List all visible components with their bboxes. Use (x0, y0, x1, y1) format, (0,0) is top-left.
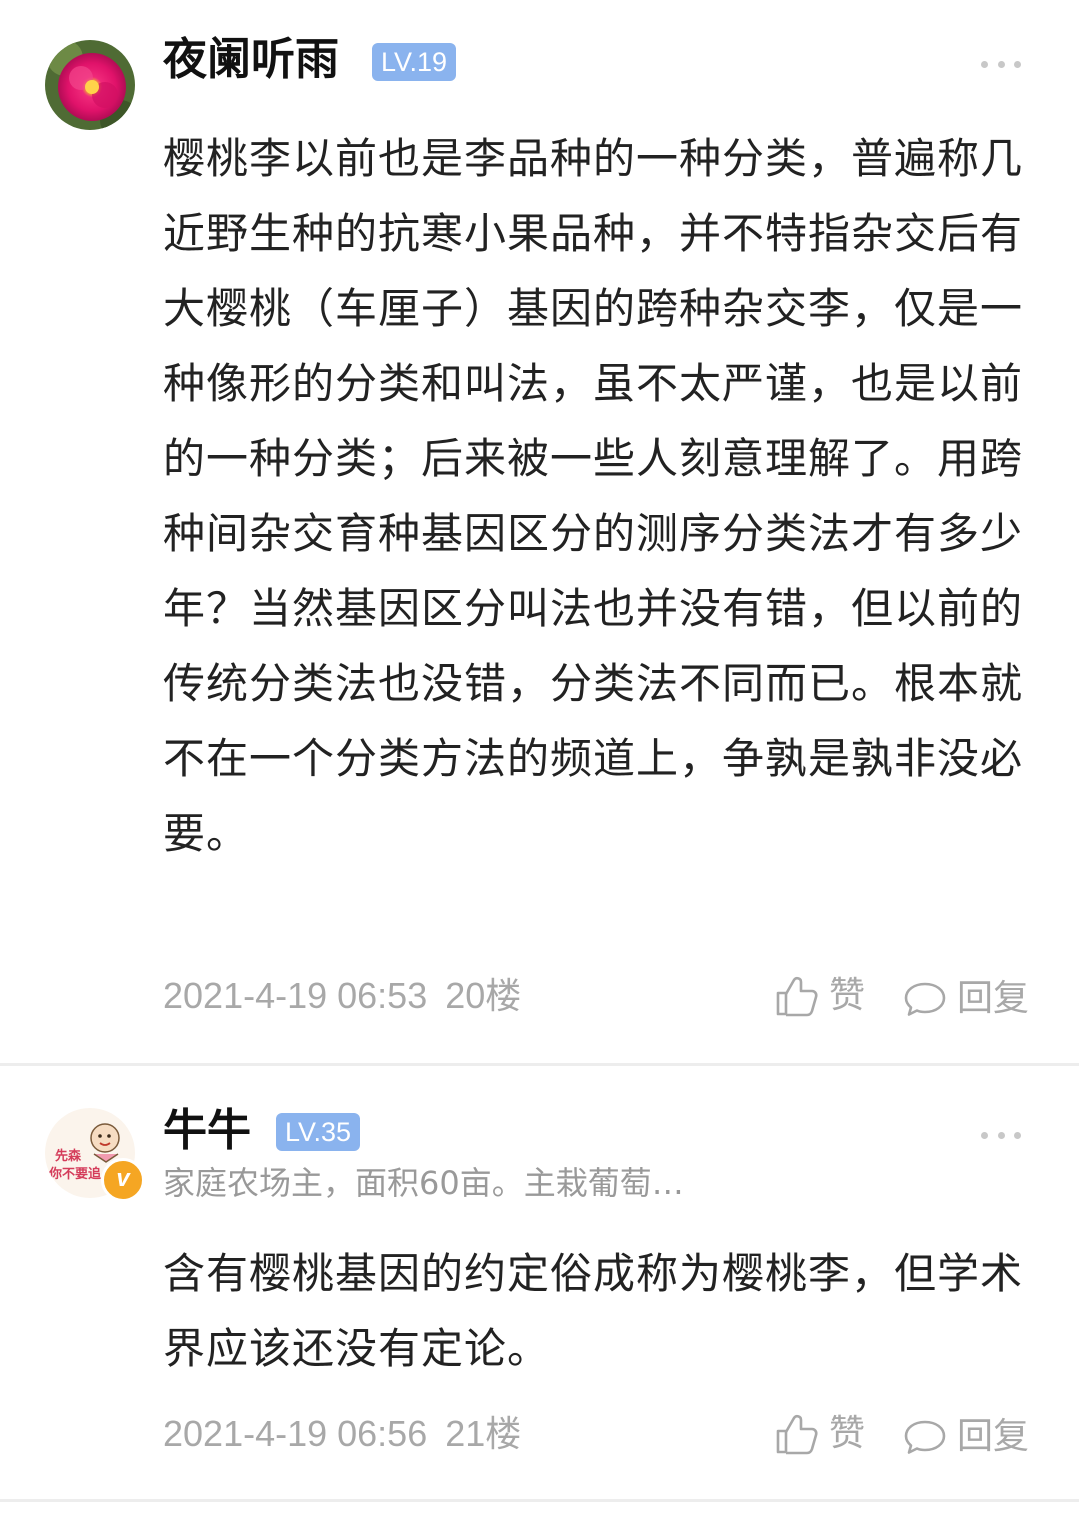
verified-badge: v (101, 1158, 145, 1202)
reply-label: 回复 (957, 1416, 1030, 1457)
comment-bubble-icon (904, 1420, 946, 1454)
comment-text: 含有樱桃基因的约定俗成称为樱桃李，但学术界应该还没有定论。 (163, 1249, 1024, 1373)
divider (0, 1499, 1079, 1502)
svg-text:先森: 先森 (55, 1148, 82, 1164)
user-description[interactable]: 家庭农场主，面积60亩。主栽葡萄… (163, 1163, 684, 1203)
username[interactable]: 牛牛 (163, 1105, 251, 1157)
level-badge: LV.35 (276, 1113, 361, 1151)
reply-button[interactable]: 回复 (903, 1415, 1029, 1459)
timestamp: 2021-4-19 06:56 (163, 1413, 428, 1454)
avatar[interactable]: 先森 你不要追 v (45, 1108, 145, 1202)
comment-21: 先森 你不要追 v 牛牛 LV.35 家庭农场主，面积60亩。主栽葡萄… 含有樱… (0, 0, 1079, 1524)
thumbs-up-icon (776, 1414, 818, 1455)
comment-meta: 2021-4-19 06:56 21楼 (163, 1412, 521, 1456)
svg-text:你不要追: 你不要追 (48, 1166, 102, 1182)
floor-number: 21楼 (445, 1413, 522, 1454)
more-options-icon[interactable] (981, 1130, 1021, 1140)
like-button[interactable]: 赞 (775, 1412, 865, 1456)
like-label: 赞 (829, 1413, 866, 1454)
